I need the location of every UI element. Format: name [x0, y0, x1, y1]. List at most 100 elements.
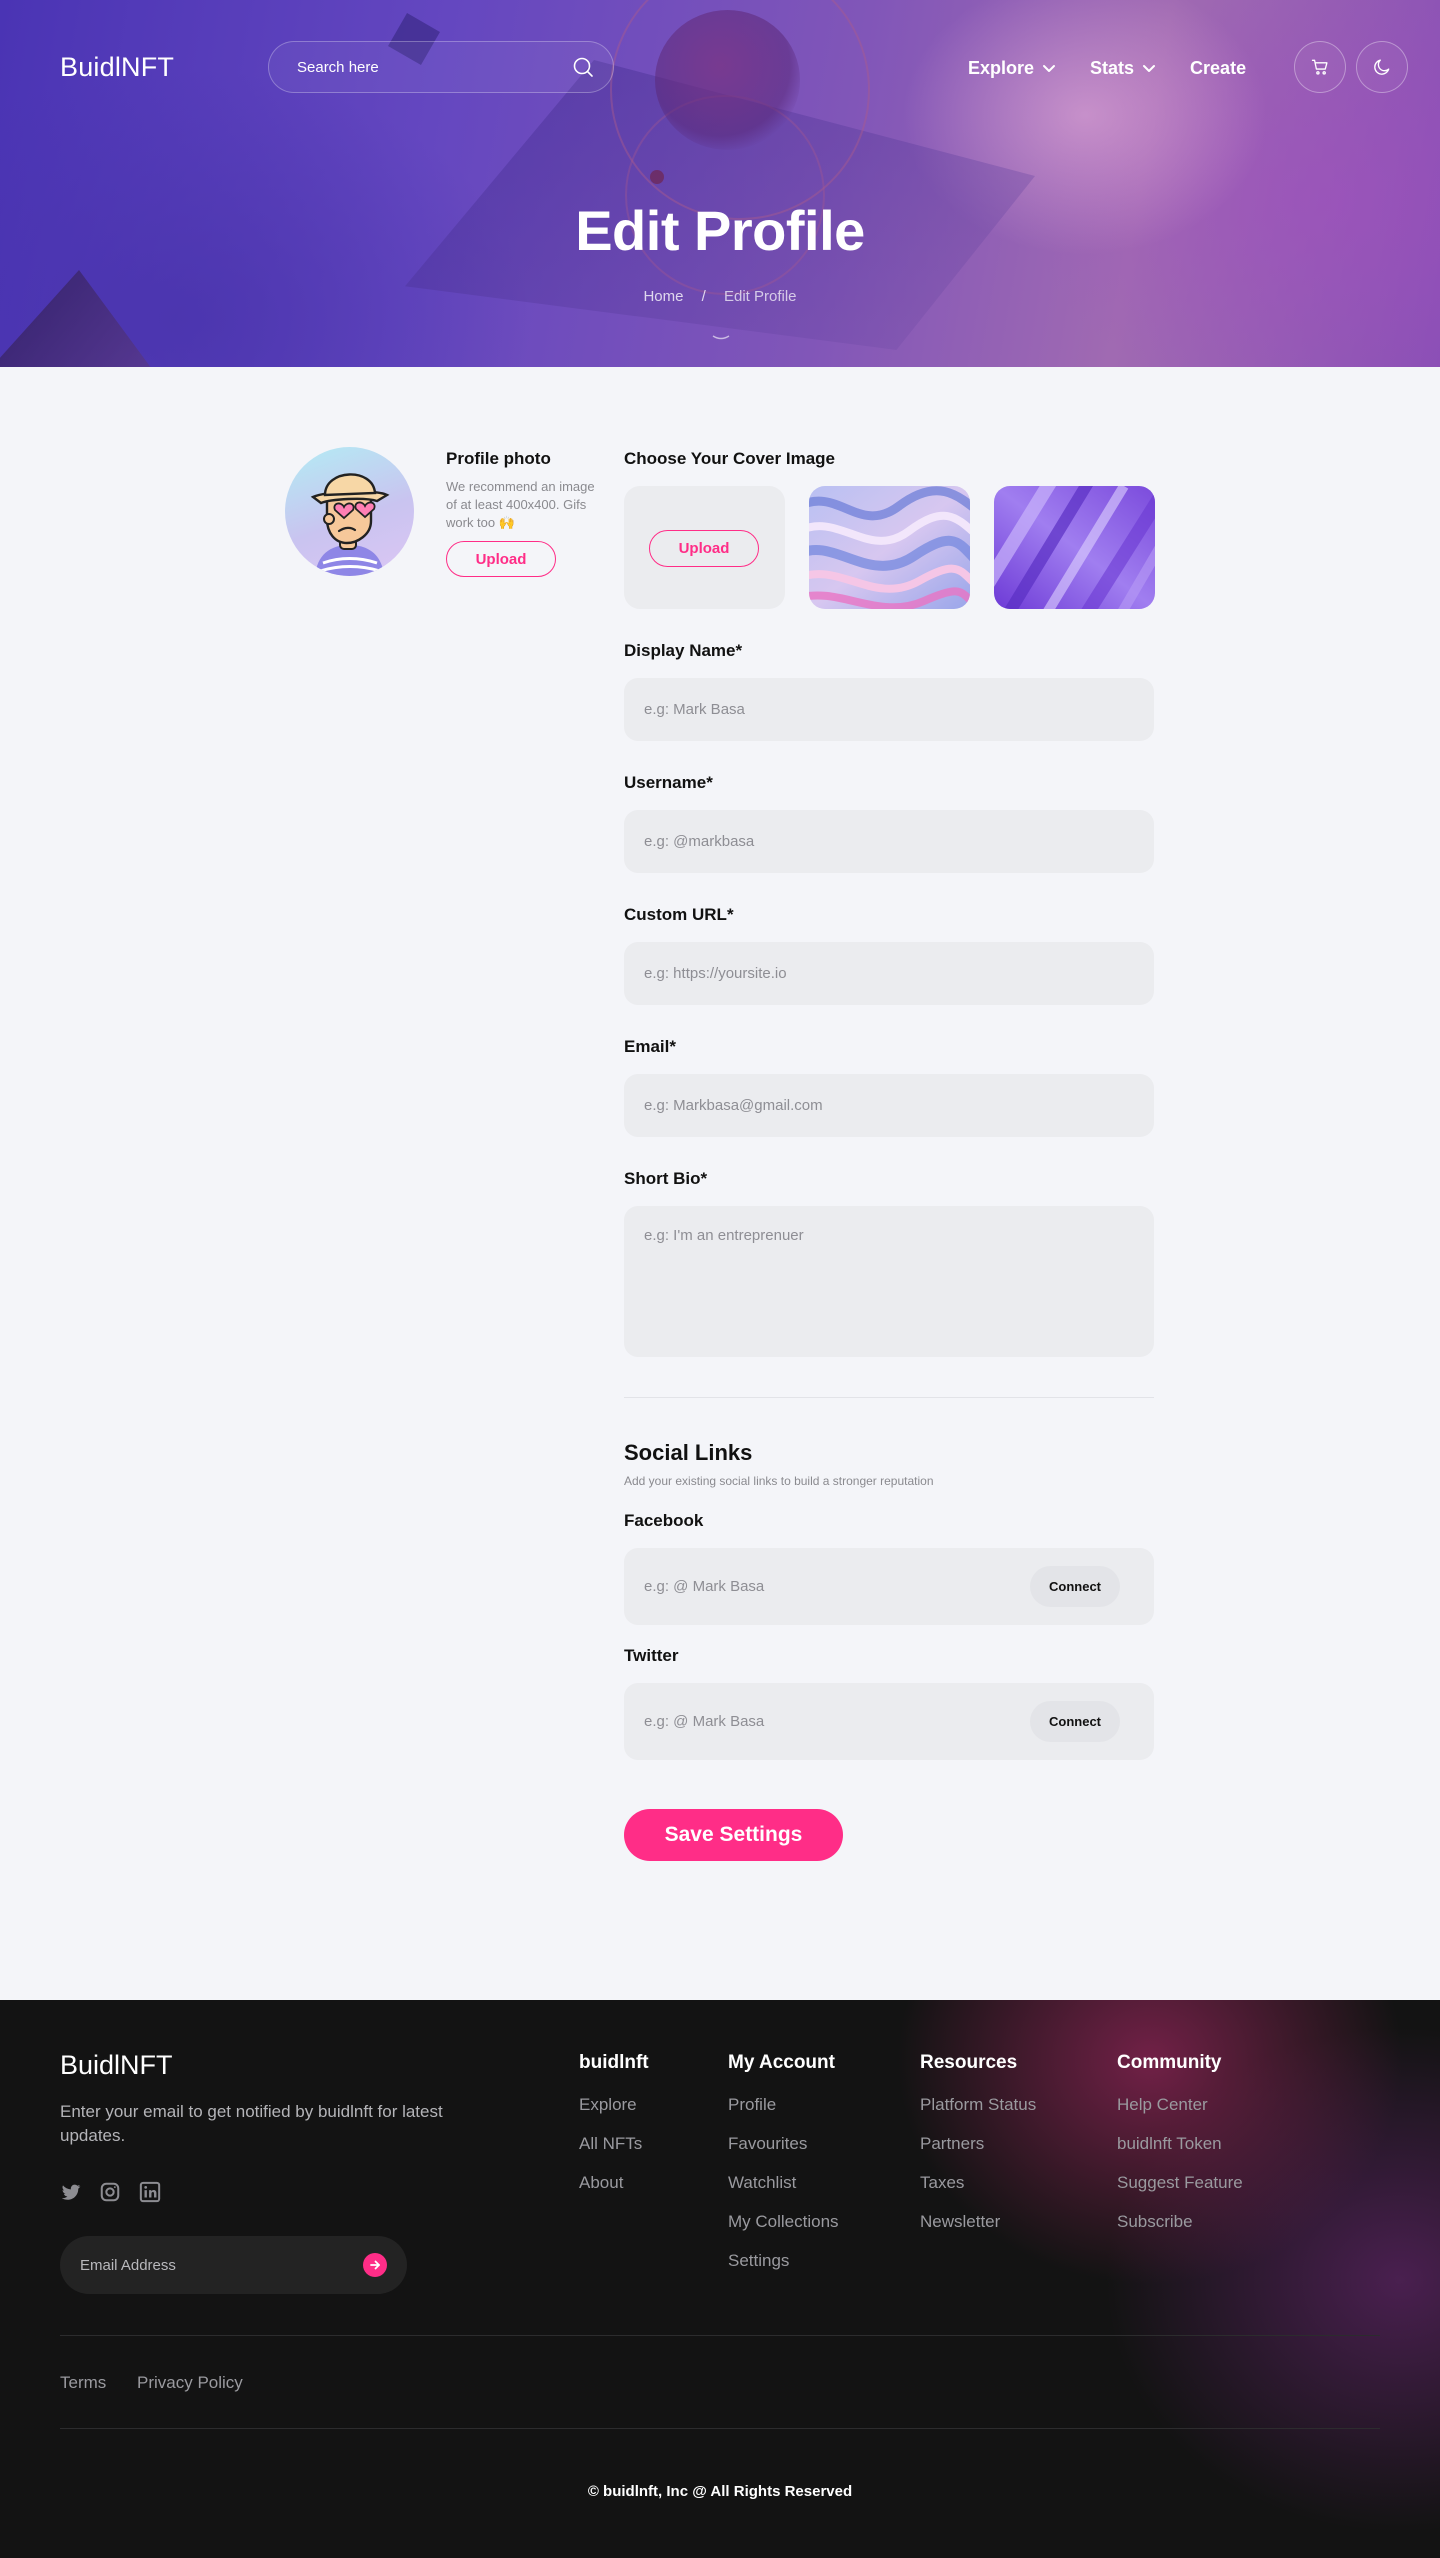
newsletter-submit-button[interactable] [363, 2253, 387, 2277]
breadcrumb: Home / Edit Profile [0, 288, 1440, 305]
arrow-right-icon [370, 2260, 380, 2270]
profile-photo-description: We recommend an image of at least 400x40… [446, 479, 595, 530]
display-name-label: Display Name* [624, 641, 743, 660]
hero-banner: BuidlNFT Explore Stats Create [0, 0, 1440, 367]
footer-link-newsletter[interactable]: Newsletter [920, 2212, 1036, 2251]
twitter-label: Twitter [624, 1646, 679, 1665]
hero-left-pyramid-art [0, 270, 160, 367]
footer-column-buidlnft: buidlnft Explore All NFTs About [579, 2052, 649, 2212]
cart-icon [1311, 59, 1328, 75]
footer-column-my-account: My Account Profile Favourites Watchlist … [728, 2052, 839, 2290]
footer-column-title: buidlnft [579, 2052, 649, 2073]
footer-link-explore[interactable]: Explore [579, 2095, 649, 2134]
hero-dot-art [650, 170, 664, 184]
breadcrumb-home[interactable]: Home [643, 288, 683, 305]
instagram-icon[interactable] [99, 2181, 121, 2203]
top-navigation: BuidlNFT Explore Stats Create [0, 0, 1440, 135]
footer-link-suggest-feature[interactable]: Suggest Feature [1117, 2173, 1243, 2212]
cover-image-title: Choose Your Cover Image [624, 449, 835, 468]
search-bar [268, 41, 614, 93]
avatar-illustration [310, 473, 390, 576]
footer-link-help-center[interactable]: Help Center [1117, 2095, 1243, 2134]
footer-divider [60, 2428, 1380, 2429]
social-links-subtitle: Add your existing social links to build … [624, 1474, 934, 1488]
nav-stats-label: Stats [1090, 57, 1135, 78]
footer-logo[interactable]: BuidlNFT [60, 2050, 173, 2081]
facebook-connect-button[interactable]: Connect [1030, 1566, 1120, 1607]
cover-option-marble[interactable] [809, 486, 970, 609]
footer-link-token[interactable]: buidlnft Token [1117, 2134, 1243, 2173]
cart-button[interactable] [1294, 41, 1346, 93]
footer-column-title: Resources [920, 2052, 1018, 2073]
footer-link-profile[interactable]: Profile [728, 2095, 839, 2134]
chevron-down-icon [1043, 65, 1056, 72]
email-input[interactable] [644, 1074, 1114, 1137]
chevron-down-icon [1143, 65, 1156, 72]
profile-photo-upload-button[interactable]: Upload [446, 541, 556, 577]
copyright: © buidlnft, Inc @ All Rights Reserved [587, 2483, 853, 2500]
footer-column-community: Community Help Center buidlnft Token Sug… [1117, 2052, 1243, 2251]
footer-link-watchlist[interactable]: Watchlist [728, 2173, 839, 2212]
username-input[interactable] [644, 810, 1114, 873]
privacy-policy-link[interactable]: Privacy Policy [137, 2373, 243, 2393]
short-bio-field [624, 1206, 1154, 1357]
avatar [285, 447, 414, 576]
twitter-icon[interactable] [60, 2181, 82, 2203]
username-field [624, 810, 1154, 873]
display-name-input[interactable] [644, 678, 1114, 741]
nav-explore-label: Explore [968, 57, 1035, 78]
short-bio-label: Short Bio* [624, 1169, 708, 1188]
search-icon[interactable] [571, 55, 595, 79]
display-name-field [624, 678, 1154, 741]
terms-link[interactable]: Terms [60, 2373, 106, 2393]
main-nav: Explore Stats Create [968, 56, 1246, 80]
footer-column-title: My Account [728, 2052, 835, 2073]
email-field [624, 1074, 1154, 1137]
scroll-indicator-icon [712, 335, 730, 340]
newsletter-email-input[interactable] [80, 2236, 340, 2294]
twitter-connect-button[interactable]: Connect [1030, 1701, 1120, 1742]
footer-link-about[interactable]: About [579, 2173, 649, 2212]
facebook-input[interactable] [644, 1548, 1024, 1625]
social-links-title: Social Links [624, 1440, 753, 1465]
cover-upload-button[interactable]: Upload [649, 530, 759, 567]
footer-link-taxes[interactable]: Taxes [920, 2173, 1036, 2212]
moon-icon [1374, 59, 1390, 75]
twitter-field: Connect [624, 1683, 1154, 1760]
nav-create-label: Create [1190, 57, 1247, 78]
footer-link-all-nfts[interactable]: All NFTs [579, 2134, 649, 2173]
custom-url-label: Custom URL* [624, 905, 734, 924]
twitter-input[interactable] [644, 1683, 1024, 1760]
footer-link-platform-status[interactable]: Platform Status [920, 2095, 1036, 2134]
footer-column-title: Community [1117, 2052, 1222, 2073]
cover-purple-image [994, 486, 1155, 609]
cover-marble-image [809, 486, 970, 609]
breadcrumb-separator: / [701, 288, 706, 305]
footer-link-favourites[interactable]: Favourites [728, 2134, 839, 2173]
facebook-label: Facebook [624, 1511, 704, 1530]
custom-url-input[interactable] [644, 942, 1114, 1005]
cover-option-purple-silk[interactable] [994, 486, 1155, 609]
facebook-field: Connect [624, 1548, 1154, 1625]
search-input[interactable] [297, 42, 557, 92]
email-label: Email* [624, 1037, 676, 1056]
profile-photo-title: Profile photo [446, 449, 551, 468]
section-divider [624, 1397, 1154, 1398]
edit-profile-form: Profile photo We recommend an image of a… [0, 367, 1440, 2000]
short-bio-textarea[interactable] [644, 1226, 1114, 1346]
cover-upload-tile: Upload [624, 486, 785, 609]
linkedin-icon[interactable] [139, 2181, 161, 2203]
username-label: Username* [624, 773, 713, 792]
nav-create[interactable]: Create [1190, 58, 1246, 79]
footer-link-settings[interactable]: Settings [728, 2251, 839, 2290]
nav-explore[interactable]: Explore [968, 58, 1056, 79]
newsletter-form [60, 2236, 407, 2294]
save-settings-button[interactable]: Save Settings [624, 1809, 843, 1861]
footer-link-subscribe[interactable]: Subscribe [1117, 2212, 1243, 2251]
nav-stats[interactable]: Stats [1090, 58, 1156, 79]
site-logo[interactable]: BuidlNFT [60, 52, 174, 83]
theme-toggle-button[interactable] [1356, 41, 1408, 93]
site-footer: BuidlNFT Enter your email to get notifie… [0, 2000, 1440, 2558]
footer-link-my-collections[interactable]: My Collections [728, 2212, 839, 2251]
footer-link-partners[interactable]: Partners [920, 2134, 1036, 2173]
